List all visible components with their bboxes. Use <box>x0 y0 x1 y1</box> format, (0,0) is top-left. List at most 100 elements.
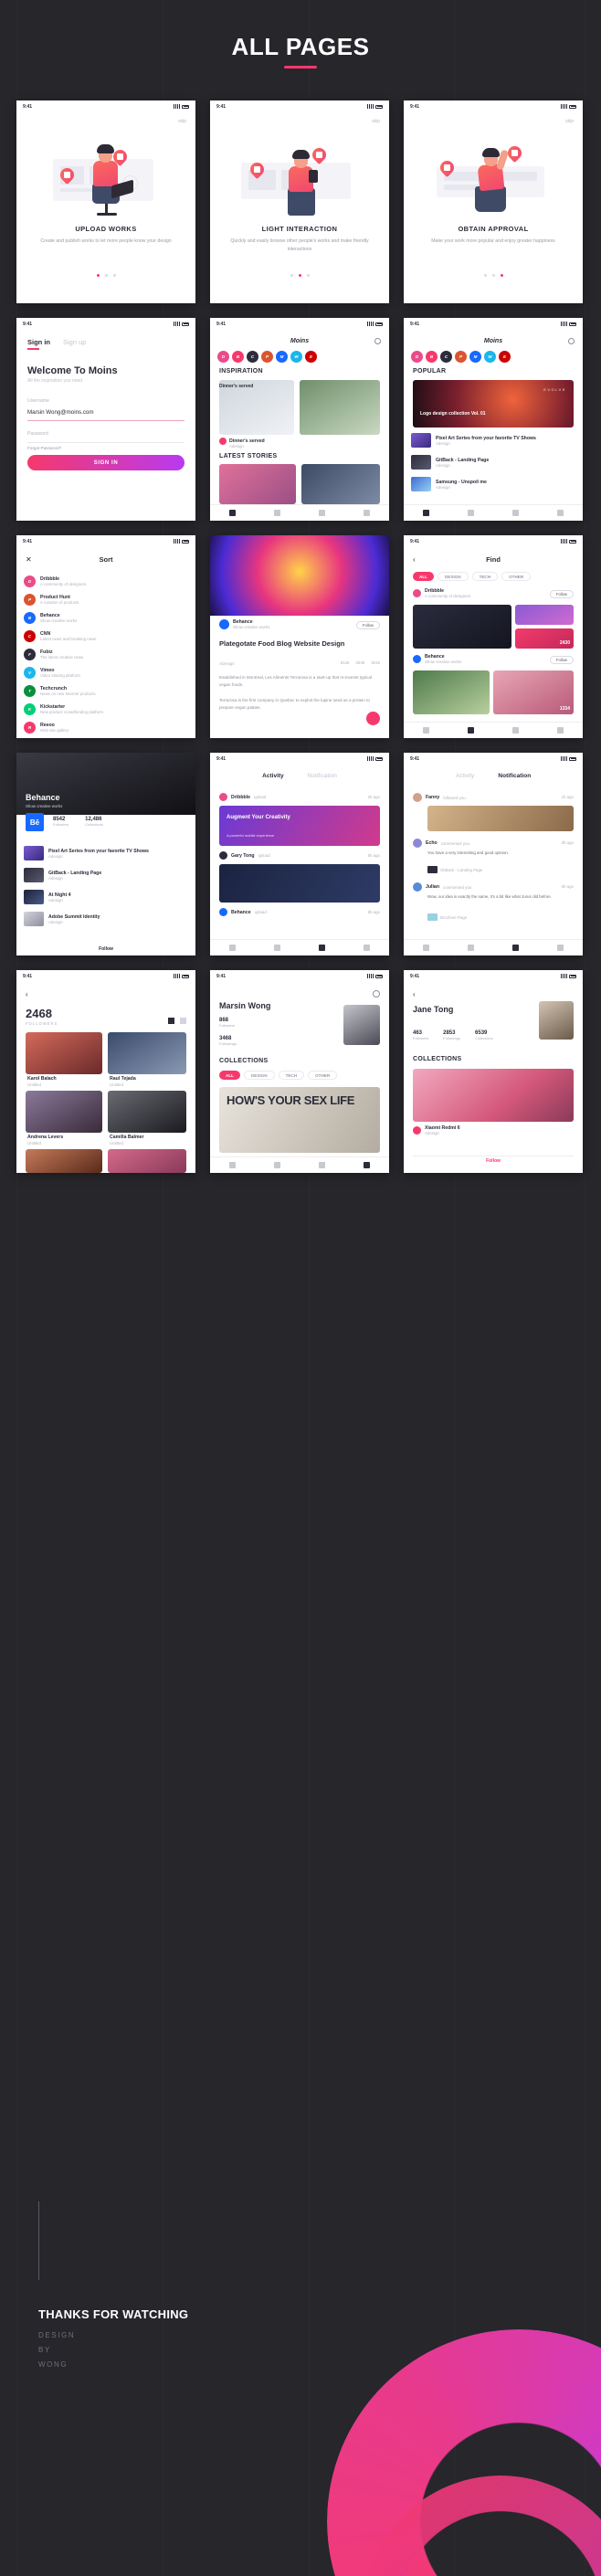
screen-notification[interactable]: 9:41 Activity Notification Fanny followe… <box>404 753 583 955</box>
activity-author[interactable]: Behance upload <box>219 908 267 916</box>
notification-image[interactable] <box>427 806 574 831</box>
tab-notification[interactable]: Notification <box>498 773 531 779</box>
person-icon[interactable] <box>557 727 564 734</box>
bottom-nav[interactable] <box>210 939 389 955</box>
find-card-author[interactable]: Dribbble A community of designers <box>413 588 470 598</box>
like-fab-button[interactable] <box>366 712 380 725</box>
chip-avatar[interactable]: B <box>232 351 244 363</box>
forgot-password-link[interactable]: Forgot Password? <box>27 446 61 450</box>
chip-avatar[interactable]: W <box>290 351 302 363</box>
activity-image[interactable]: Augment Your Creativity A powerful mobil… <box>219 806 380 846</box>
filter-other[interactable]: OTHER <box>308 1071 338 1080</box>
list-item[interactable]: GitBack - Landing Page Adesign <box>411 453 575 471</box>
featured-collection-image[interactable]: HOW'S YOUR SEX LIFE <box>219 1087 380 1153</box>
bell-icon[interactable] <box>512 510 519 516</box>
activity-tabs[interactable]: Activity Notification <box>210 773 389 779</box>
bottom-nav[interactable] <box>404 722 583 738</box>
list-item[interactable]: Samsung - Unspoil me Adesign <box>411 475 575 493</box>
signin-button[interactable]: SIGN IN <box>27 455 185 470</box>
person-icon[interactable] <box>364 510 370 516</box>
find-card-author[interactable]: Behance Show creative works <box>413 654 461 664</box>
bottom-nav[interactable] <box>404 939 583 955</box>
find-card-image[interactable] <box>413 670 490 714</box>
username-input[interactable]: Marsin Wong@moins.com <box>27 409 94 416</box>
find-card-image[interactable]: 2430 <box>515 628 574 649</box>
sort-list-item[interactable]: B Behance Show creative works <box>24 608 188 627</box>
bottom-nav[interactable] <box>210 504 389 521</box>
sort-list-item[interactable]: T Techcrunch News on new Internet products <box>24 681 188 700</box>
filter-all[interactable]: ALL <box>413 572 434 581</box>
filter-design[interactable]: DESIGN <box>437 572 469 581</box>
sort-list-item[interactable]: K Kickstarter New product crowdfunding pla… <box>24 700 188 718</box>
collection-author[interactable]: Xiaomi Redmi 6 Adesign <box>413 1125 460 1135</box>
bell-icon[interactable] <box>319 945 325 951</box>
chip-avatar[interactable]: P <box>455 351 467 363</box>
screen-profile-behance[interactable]: 9:41 Behance Show creative works Bē 8542… <box>16 753 195 955</box>
screen-article[interactable]: 9:41 Behance Show creative works Follow … <box>210 535 389 738</box>
screen-find[interactable]: 9:41 ‹ Find ALL DESIGN TECH OTHER Dribbb… <box>404 535 583 738</box>
list-icon[interactable] <box>180 1018 186 1024</box>
activity-author[interactable]: Gary Tong upload <box>219 851 270 860</box>
chip-avatar[interactable]: C <box>440 351 452 363</box>
chip-avatar[interactable]: C <box>247 351 258 363</box>
screen-inspiration[interactable]: 9:41 Moins D B C P M W E INSPIRATION Din… <box>210 318 389 521</box>
filter-tech[interactable]: TECH <box>278 1071 305 1080</box>
screen-profile-other[interactable]: 9:41 ‹ Jane Tong 463 Followers 2853 Follow… <box>404 970 583 1173</box>
filter-other[interactable]: OTHER <box>501 572 532 581</box>
pagination-dots[interactable] <box>16 274 195 277</box>
story-image-2[interactable] <box>301 464 380 504</box>
list-item[interactable]: Adobe Summit Identity Adesign <box>24 910 188 928</box>
avatar[interactable] <box>343 1005 380 1045</box>
tab-notification[interactable]: Notification <box>308 773 337 779</box>
screen-signin[interactable]: 9:41 Sign in Sign up Welcome To Moins Al… <box>16 318 195 521</box>
screen-activity[interactable]: 9:41 Activity Notification Dribbble uplo… <box>210 753 389 955</box>
chip-avatar[interactable]: M <box>276 351 288 363</box>
sort-list-item[interactable]: P Product Hunt A curation of products <box>24 590 188 608</box>
bell-icon[interactable] <box>319 1162 325 1168</box>
avatar[interactable] <box>539 1001 574 1040</box>
find-card-image[interactable] <box>515 605 574 625</box>
search-icon[interactable] <box>568 338 575 344</box>
tab-signup[interactable]: Sign up <box>63 338 86 346</box>
notification-author[interactable]: Echo commented you <box>413 839 469 848</box>
article-author[interactable]: Behance Show creative works <box>219 619 269 629</box>
search-icon[interactable] <box>468 727 474 734</box>
list-item[interactable]: GitBack - Landing Page Adesign <box>24 866 188 884</box>
tab-signin[interactable]: Sign in <box>27 338 50 350</box>
bell-icon[interactable] <box>512 945 519 951</box>
person-photo[interactable] <box>108 1091 186 1133</box>
follow-button[interactable]: Follow <box>549 656 574 664</box>
bell-icon[interactable] <box>319 510 325 516</box>
category-chips[interactable]: D B C P M W E <box>217 351 382 363</box>
gear-icon[interactable] <box>373 990 380 998</box>
activity-image[interactable] <box>219 864 380 903</box>
home-icon[interactable] <box>423 727 429 734</box>
filter-all[interactable]: ALL <box>219 1071 240 1080</box>
followers-stat[interactable]: 868 Followers <box>219 1018 235 1028</box>
person-photo[interactable] <box>26 1149 102 1173</box>
pagination-dots[interactable] <box>404 274 583 277</box>
sort-list-item[interactable]: D Dribbble A community of designers <box>24 572 188 590</box>
screen-followers[interactable]: 9:41 ‹ 2468 FOLLOWERS Karol Balach Untit… <box>16 970 195 1173</box>
search-icon[interactable] <box>468 510 474 516</box>
screen-onboarding-1[interactable]: 9:41 skip UPLOAD WORKS Create and publis… <box>16 100 195 303</box>
chip-avatar[interactable]: P <box>261 351 273 363</box>
tab-activity[interactable]: Activity <box>262 773 283 779</box>
person-photo[interactable] <box>108 1032 186 1074</box>
home-icon[interactable] <box>229 945 236 951</box>
bell-icon[interactable] <box>512 727 519 734</box>
chip-avatar[interactable]: D <box>217 351 229 363</box>
auth-tabs[interactable]: Sign in Sign up <box>27 338 86 350</box>
find-card-image[interactable] <box>413 605 511 649</box>
home-icon[interactable] <box>229 1162 236 1168</box>
password-input[interactable]: Password <box>27 431 48 437</box>
notification-author[interactable]: Julian commented you <box>413 882 471 892</box>
chip-avatar[interactable]: E <box>499 351 511 363</box>
article-hero-image[interactable] <box>210 535 389 616</box>
chip-avatar[interactable]: M <box>469 351 481 363</box>
chevron-left-icon[interactable]: ‹ <box>26 990 28 998</box>
skip-button[interactable]: skip <box>372 119 380 124</box>
person-icon[interactable] <box>557 510 564 516</box>
followings-stat[interactable]: 3468 Followings <box>219 1036 237 1046</box>
chip-avatar[interactable]: B <box>426 351 438 363</box>
